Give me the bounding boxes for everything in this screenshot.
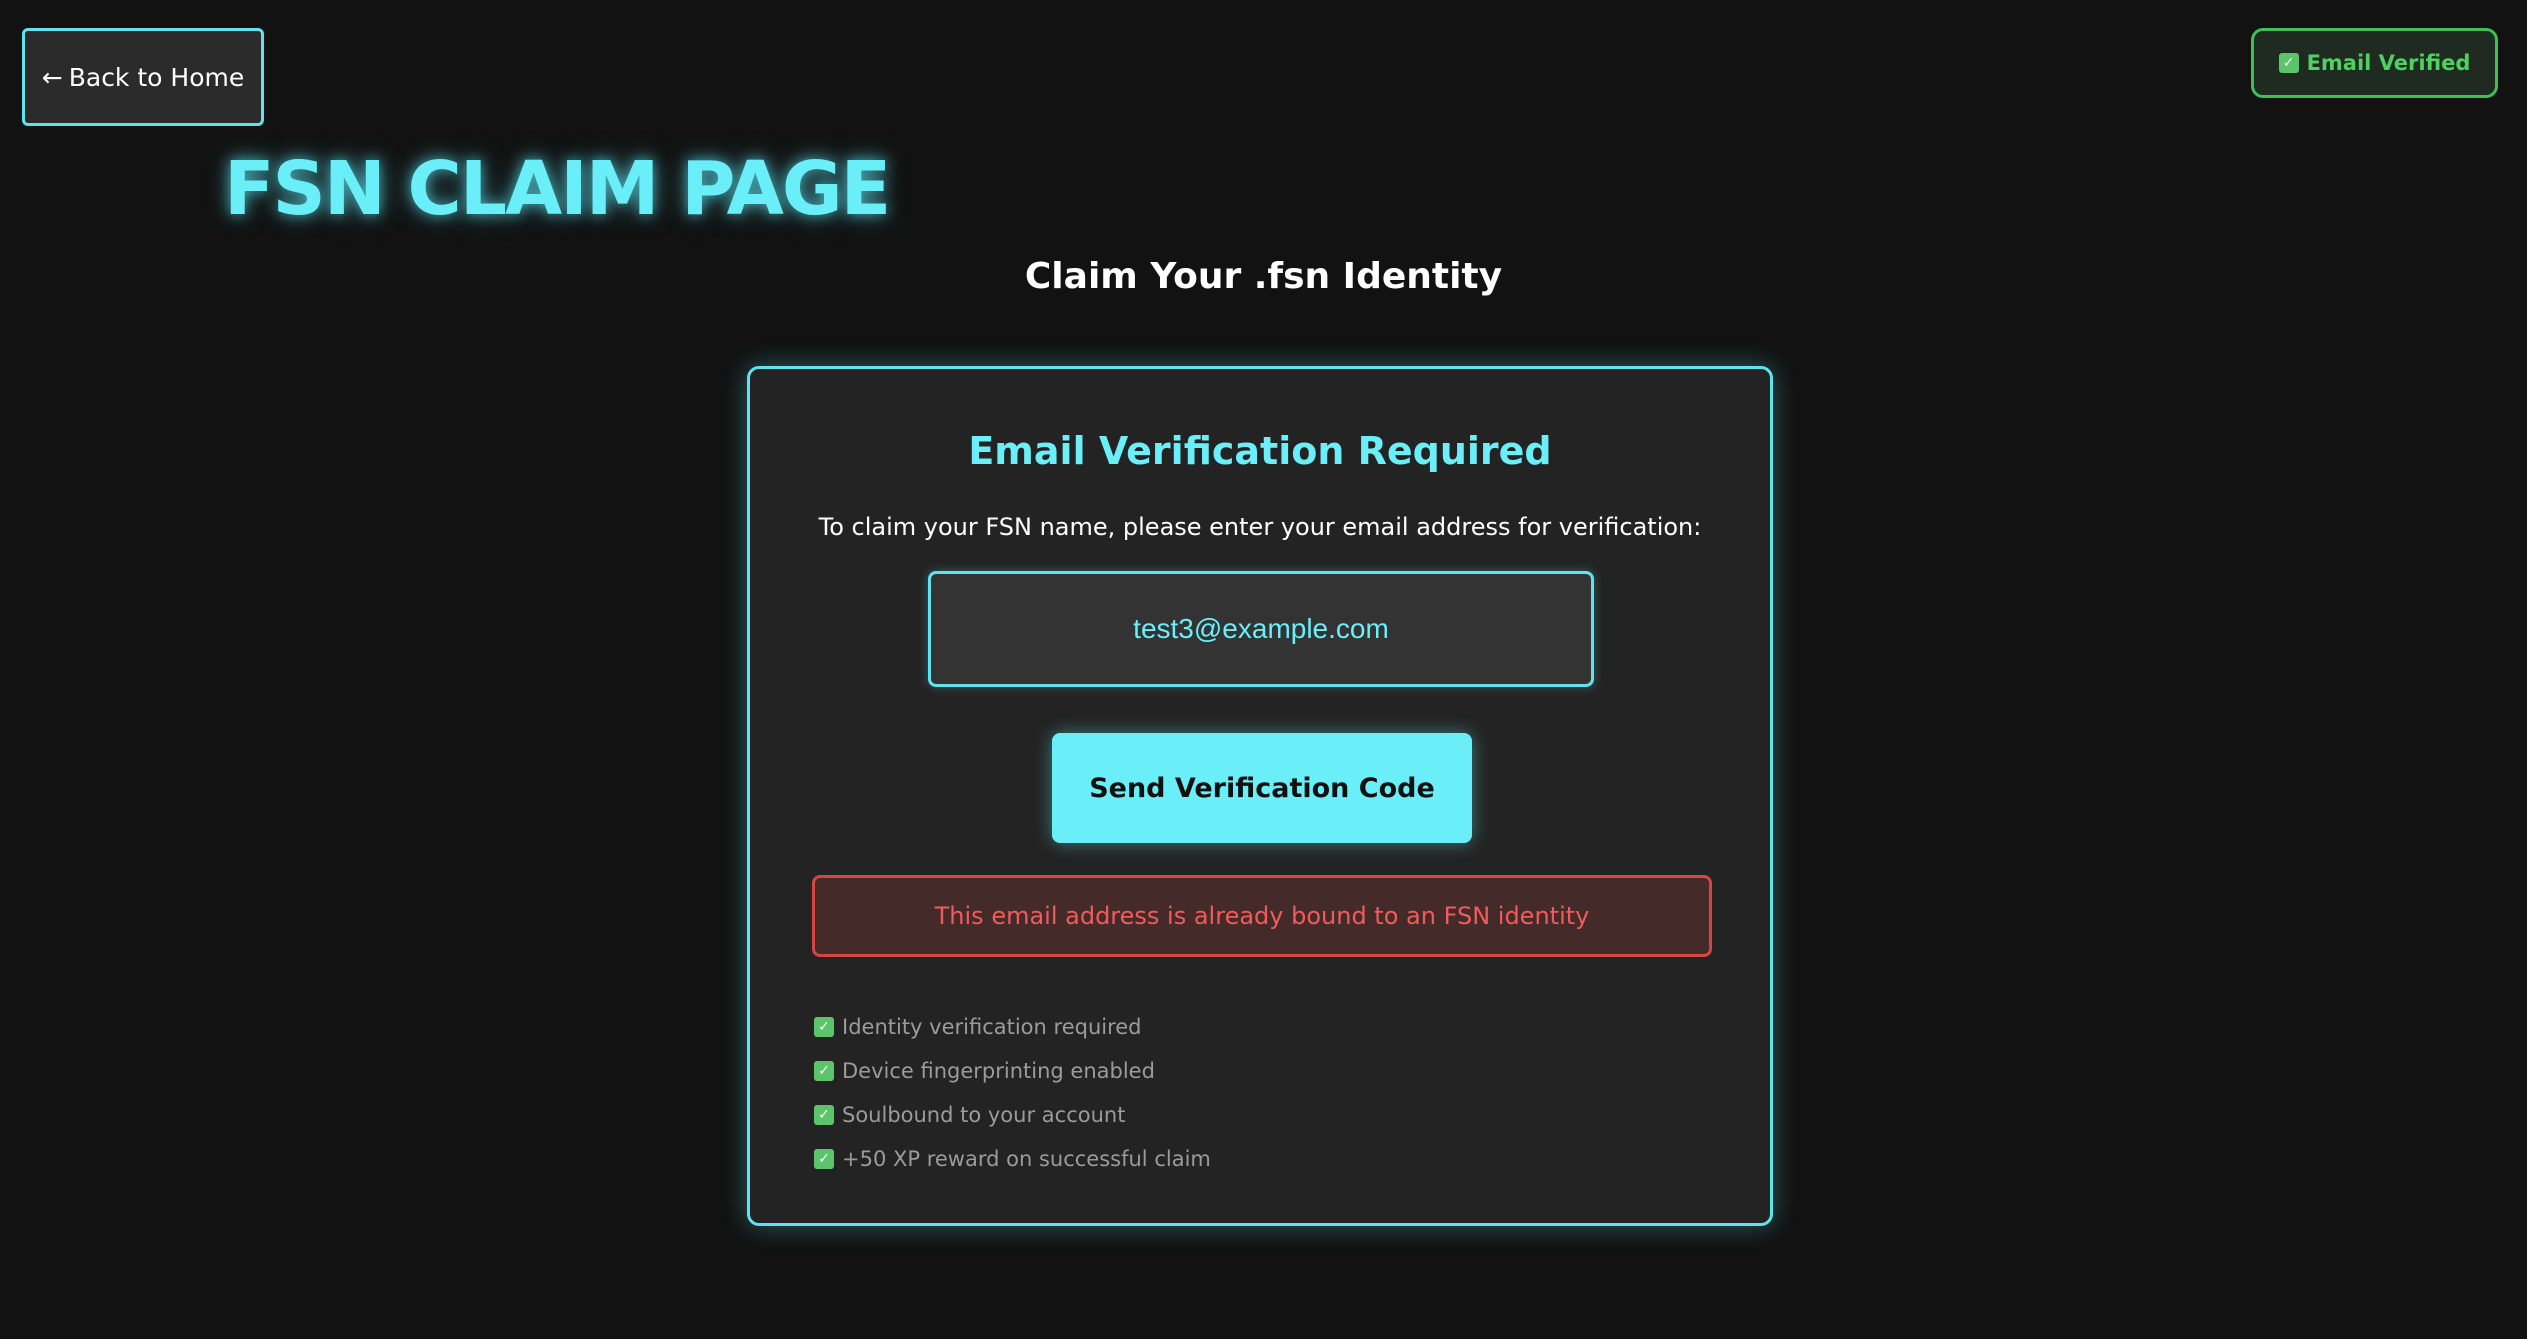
- feature-list: ✓ Identity verification required ✓ Devic…: [814, 1005, 1211, 1181]
- email-verification-card: Email Verification Required To claim you…: [747, 366, 1773, 1226]
- feature-label: +50 XP reward on successful claim: [842, 1147, 1211, 1171]
- error-message: This email address is already bound to a…: [812, 875, 1712, 957]
- email-verified-label: Email Verified: [2306, 51, 2471, 75]
- page-subtitle: Claim Your .fsn Identity: [1024, 256, 1503, 297]
- page-title: FSN CLAIM PAGE: [224, 146, 891, 232]
- feature-label: Device fingerprinting enabled: [842, 1059, 1155, 1083]
- error-message-text: This email address is already bound to a…: [934, 902, 1590, 930]
- feature-label: Identity verification required: [842, 1015, 1142, 1039]
- list-item: ✓ Device fingerprinting enabled: [814, 1049, 1211, 1093]
- list-item: ✓ Identity verification required: [814, 1005, 1211, 1049]
- claim-page: ← Back to Home ✓ Email Verified FSN CLAI…: [0, 0, 2527, 1339]
- email-verified-badge: ✓ Email Verified: [2251, 28, 2498, 98]
- list-item: ✓ Soulbound to your account: [814, 1093, 1211, 1137]
- feature-label: Soulbound to your account: [842, 1103, 1126, 1127]
- list-item: ✓ +50 XP reward on successful claim: [814, 1137, 1211, 1181]
- email-input[interactable]: [928, 571, 1594, 687]
- back-to-home-button[interactable]: ← Back to Home: [22, 28, 264, 126]
- card-instructions: To claim your FSN name, please enter you…: [818, 513, 1702, 541]
- check-box-icon: ✓: [2278, 53, 2299, 73]
- card-heading: Email Verification Required: [968, 429, 1552, 473]
- check-box-icon: ✓: [814, 1061, 834, 1081]
- back-to-home-label: Back to Home: [68, 62, 245, 92]
- check-box-icon: ✓: [814, 1149, 834, 1169]
- send-verification-code-button[interactable]: Send Verification Code: [1052, 733, 1472, 843]
- check-box-icon: ✓: [814, 1105, 834, 1125]
- arrow-left-icon: ←: [41, 62, 63, 92]
- check-box-icon: ✓: [814, 1017, 834, 1037]
